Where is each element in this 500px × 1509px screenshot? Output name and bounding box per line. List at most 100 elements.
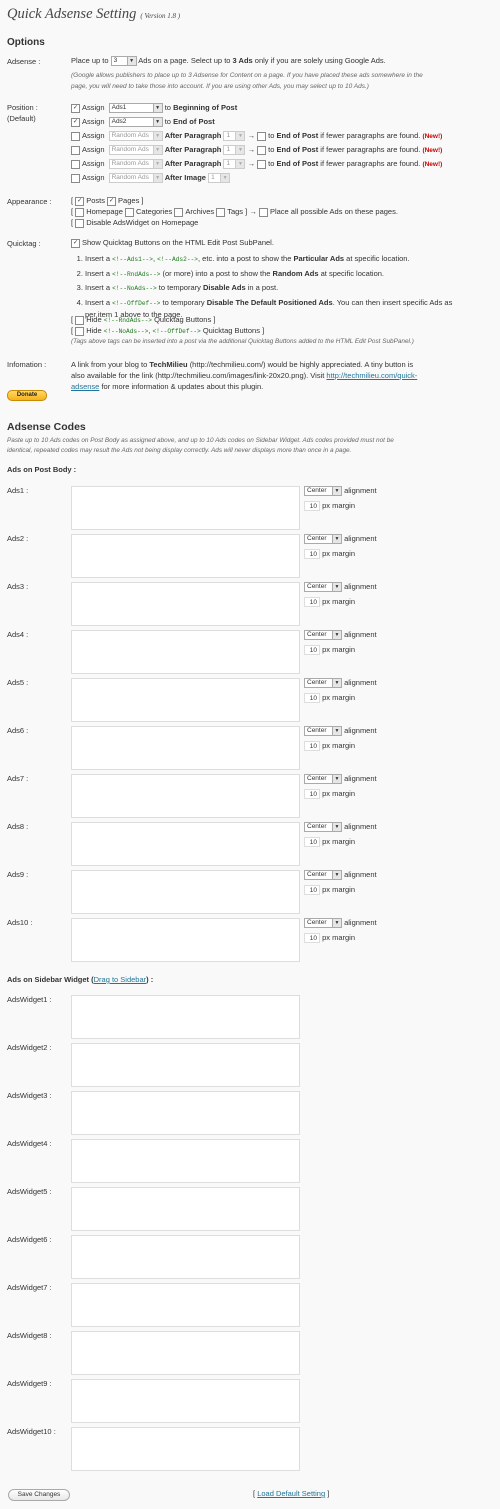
widget-ad-code-textarea[interactable]: [71, 1283, 300, 1327]
paragraph-number-select-5[interactable]: 1 ▼: [223, 159, 246, 170]
alignment-select[interactable]: Center ▼: [304, 918, 342, 929]
widget-ad-label: AdsWidget2 :: [7, 1043, 52, 1052]
donate-button[interactable]: Donate: [7, 390, 47, 401]
margin-input[interactable]: 10: [304, 645, 320, 656]
tags-checkbox[interactable]: [216, 207, 226, 217]
drag-to-sidebar-link[interactable]: Drag to Sidebar: [94, 975, 147, 984]
adsense-note-1: (Google allows publishers to place up to…: [71, 72, 423, 79]
alignment-select[interactable]: Center ▼: [304, 870, 342, 881]
assign-checkbox-4[interactable]: [71, 145, 80, 155]
widget-ad-code-textarea[interactable]: [71, 1235, 300, 1279]
widget-ad-code-textarea[interactable]: [71, 1331, 300, 1375]
categories-checkbox[interactable]: [124, 207, 134, 217]
post-ad-code-textarea[interactable]: [71, 918, 300, 962]
posts-checkbox[interactable]: ✓: [75, 196, 85, 206]
post-ad-code-textarea[interactable]: [71, 822, 300, 866]
widget-ad-label: AdsWidget6 :: [7, 1235, 52, 1244]
post-ad-alignment: Center ▼ alignment: [304, 774, 377, 785]
info-link[interactable]: http://techmilieu.com/quick-: [326, 371, 417, 380]
widget-ad-code-textarea[interactable]: [71, 995, 300, 1039]
assign-checkbox-5[interactable]: [71, 159, 80, 169]
paragraph-number-select-4[interactable]: 1 ▼: [223, 145, 246, 156]
assign-checkbox-2[interactable]: ✓: [71, 117, 80, 127]
hide-rndads-checkbox[interactable]: [75, 315, 85, 325]
post-ad-code-textarea[interactable]: [71, 582, 300, 626]
margin-input[interactable]: 10: [304, 885, 320, 896]
archives-checkbox[interactable]: [174, 207, 184, 217]
random-ads-select-6[interactable]: Random Ads ▼: [108, 173, 163, 184]
alignment-select[interactable]: Center ▼: [304, 486, 342, 497]
show-quicktag-checkbox[interactable]: ✓: [71, 238, 80, 248]
load-default-link[interactable]: Load Default Setting: [257, 1489, 325, 1498]
adsense-count-select[interactable]: 3 ▼: [110, 56, 137, 67]
widget-ad-code-textarea[interactable]: [71, 1091, 300, 1135]
alignment-select[interactable]: Center ▼: [304, 822, 342, 833]
post-ad-code-textarea[interactable]: [71, 870, 300, 914]
margin-input[interactable]: 10: [304, 933, 320, 944]
adsense-label: Adsense :: [7, 57, 41, 66]
hide-noads-row: [ Hide <!--NoAds-->, <!--OffDef--> Quick…: [71, 326, 265, 336]
post-ad-margin: 10 px margin: [304, 549, 355, 560]
post-ad-label: Ads8 :: [7, 822, 29, 831]
save-changes-button[interactable]: Save Changes: [8, 1489, 70, 1501]
random-ads-select-3[interactable]: Random Ads ▼: [108, 131, 163, 142]
widget-ad-code-textarea[interactable]: [71, 1139, 300, 1183]
post-ad-margin: 10 px margin: [304, 645, 355, 656]
alignment-select[interactable]: Center ▼: [304, 726, 342, 737]
assign-ad-select-2[interactable]: Ads2 ▼: [108, 117, 163, 128]
post-ad-alignment: Center ▼ alignment: [304, 630, 377, 641]
position-row-3: Assign Random Ads ▼ After Paragraph 1 ▼ → …: [71, 131, 442, 142]
post-ad-margin: 10 px margin: [304, 597, 355, 608]
paragraph-number-select-3[interactable]: 1 ▼: [223, 131, 246, 142]
margin-input[interactable]: 10: [304, 597, 320, 608]
appearance-row-1: [ ✓ Posts ✓ Pages ]: [71, 196, 144, 206]
alignment-select[interactable]: Center ▼: [304, 678, 342, 689]
alignment-select[interactable]: Center ▼: [304, 630, 342, 641]
margin-input[interactable]: 10: [304, 693, 320, 704]
margin-input[interactable]: 10: [304, 501, 320, 512]
post-ad-margin: 10 px margin: [304, 837, 355, 848]
post-ad-code-textarea[interactable]: [71, 630, 300, 674]
end-of-post-checkbox-4[interactable]: [257, 145, 267, 155]
pages-checkbox[interactable]: ✓: [107, 196, 117, 206]
assign-checkbox-1[interactable]: ✓: [71, 103, 80, 113]
widget-ad-code-textarea[interactable]: [71, 1427, 300, 1471]
margin-input[interactable]: 10: [304, 549, 320, 560]
post-ad-alignment: Center ▼ alignment: [304, 870, 377, 881]
widget-ad-code-textarea[interactable]: [71, 1043, 300, 1087]
margin-input[interactable]: 10: [304, 789, 320, 800]
post-ad-label: Ads9 :: [7, 870, 29, 879]
post-ad-code-textarea[interactable]: [71, 534, 300, 578]
disable-widget-checkbox[interactable]: [75, 218, 85, 228]
image-number-select[interactable]: 1 ▼: [208, 173, 231, 184]
homepage-checkbox[interactable]: [75, 207, 85, 217]
assign-checkbox-6[interactable]: [71, 173, 80, 183]
random-ads-select-5[interactable]: Random Ads ▼: [108, 159, 163, 170]
place-all-checkbox[interactable]: [258, 207, 268, 217]
codes-heading: Adsense Codes: [7, 421, 86, 433]
adsense-line: Place up to 3 ▼ Ads on a page. Select up …: [71, 56, 386, 67]
end-of-post-checkbox-3[interactable]: [257, 131, 267, 141]
post-ad-code-textarea[interactable]: [71, 774, 300, 818]
post-ad-code-textarea[interactable]: [71, 486, 300, 530]
codes-note-1: Paste up to 10 Ads codes on Post Body as…: [7, 437, 394, 444]
appearance-label: Appearance :: [7, 197, 52, 206]
quicktag-note: (Tags above tags can be inserted into a …: [71, 338, 414, 345]
widget-ad-code-textarea[interactable]: [71, 1379, 300, 1423]
margin-input[interactable]: 10: [304, 837, 320, 848]
post-ad-code-textarea[interactable]: [71, 726, 300, 770]
alignment-select[interactable]: Center ▼: [304, 534, 342, 545]
assign-ad-select-1[interactable]: Ads1 ▼: [108, 103, 163, 114]
random-ads-select-4[interactable]: Random Ads ▼: [108, 145, 163, 156]
hide-noads-checkbox[interactable]: [75, 326, 85, 336]
info-link-cont[interactable]: adsense: [71, 382, 99, 391]
post-ad-margin: 10 px margin: [304, 693, 355, 704]
post-ad-code-textarea[interactable]: [71, 678, 300, 722]
post-ad-margin: 10 px margin: [304, 741, 355, 752]
assign-checkbox-3[interactable]: [71, 131, 80, 141]
alignment-select[interactable]: Center ▼: [304, 582, 342, 593]
widget-ad-code-textarea[interactable]: [71, 1187, 300, 1231]
end-of-post-checkbox-5[interactable]: [257, 159, 267, 169]
margin-input[interactable]: 10: [304, 741, 320, 752]
alignment-select[interactable]: Center ▼: [304, 774, 342, 785]
